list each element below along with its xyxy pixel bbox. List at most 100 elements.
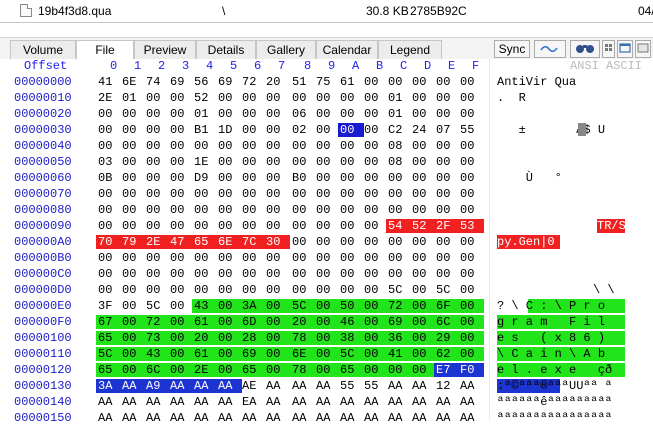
hex-row[interactable]: 00000110 5C 00 43 00 61 00 69 00 6E 00 5C 00 41 00 62 00… [0,346,653,362]
hex-byte[interactable]: 00 [314,283,340,297]
hex-row[interactable]: 00000100 65 00 73 00 20 00 28 00 78 00 38 00 36 00 29 00… [0,330,653,346]
hex-byte[interactable]: 01 [386,107,412,121]
hex-byte[interactable]: AA [264,395,290,409]
tab-preview[interactable]: Preview [134,40,196,59]
layout-icon[interactable] [635,40,651,58]
hex-byte[interactable]: 00 [290,203,316,217]
hex-row[interactable]: 000000C0 00 00 00 00 00 00 00 00 00 00 00 00 00 00 00 00 [0,266,653,282]
hex-row[interactable]: 00000010 2E 01 00 00 52 00 00 00 00 00 00 00 01 00 00 00… [0,90,653,106]
hex-byte[interactable]: AA [290,395,316,409]
hex-row[interactable]: 00000140 AA AA AA AA AA AA EA AA AA AA AA AA AA AA AA AA… [0,394,653,410]
hex-byte[interactable]: AA [96,411,122,425]
hex-byte[interactable]: AA [458,379,484,393]
hex-byte[interactable]: AA [216,395,242,409]
hex-byte[interactable]: 00 [240,171,266,185]
hex-byte[interactable]: AA [290,379,316,393]
hex-byte[interactable]: 00 [192,267,218,281]
hex-byte[interactable]: F0 [458,363,484,377]
hex-byte[interactable]: AA [120,411,146,425]
hex-row[interactable]: 000000A0 70 79 2E 47 65 6E 7C 30 00 00 00 00 00 00 00 00… [0,234,653,250]
hex-byte[interactable]: 00 [120,139,146,153]
text-column[interactable]: \ \ [593,283,615,297]
hex-byte[interactable]: AA [314,411,340,425]
hex-byte[interactable]: 06 [290,107,316,121]
hex-byte[interactable]: 00 [192,203,218,217]
hex-byte[interactable]: AA [216,379,242,393]
hex-byte[interactable]: 00 [144,283,170,297]
hex-byte[interactable]: 53 [458,219,484,233]
hex-byte[interactable]: 00 [264,267,290,281]
text-column[interactable]: g r a m F i l [497,315,605,329]
hex-byte[interactable]: 00 [264,315,290,329]
hex-byte[interactable]: 00 [216,155,242,169]
hex-row[interactable]: 00000050 03 00 00 00 1E 00 00 00 00 00 00 00 08 00 00 00 [0,154,653,170]
hex-byte[interactable]: 00 [338,235,364,249]
hex-byte[interactable]: 5C [338,347,364,361]
hex-byte[interactable]: 07 [434,123,460,137]
hex-byte[interactable]: 00 [314,187,340,201]
hex-byte[interactable]: 6E [290,347,316,361]
hex-byte[interactable]: 00 [192,139,218,153]
hex-byte[interactable]: 00 [410,283,436,297]
hex-byte[interactable]: 00 [386,171,412,185]
hex-byte[interactable]: 00 [458,139,484,153]
hex-byte[interactable]: 00 [96,219,122,233]
hex-row[interactable]: 00000030 00 00 00 00 B1 1D 00 00 02 00 00 00 C2 24 07 55… [0,122,653,138]
hex-row[interactable]: 00000150 AA AA AA AA AA AA AA AA AA AA AA AA AA AA AA AA… [0,410,653,426]
hex-byte[interactable]: 5C [386,283,412,297]
hex-byte[interactable]: 65 [96,331,122,345]
hex-byte[interactable]: AA [434,411,460,425]
hex-byte[interactable]: 72 [240,75,266,89]
hex-byte[interactable]: 00 [240,203,266,217]
hex-byte[interactable]: 00 [410,267,436,281]
hex-byte[interactable]: 55 [458,123,484,137]
hex-byte[interactable]: 65 [338,363,364,377]
hex-byte[interactable]: 00 [434,251,460,265]
hex-byte[interactable]: 00 [96,123,122,137]
hex-byte[interactable]: 00 [410,235,436,249]
hex-byte[interactable]: 00 [120,219,146,233]
hex-byte[interactable]: 6D [240,315,266,329]
hex-byte[interactable]: 00 [386,235,412,249]
hex-byte[interactable]: 00 [314,139,340,153]
hex-byte[interactable]: 00 [96,187,122,201]
hex-byte[interactable]: 3A [240,299,266,313]
hex-byte[interactable]: 00 [216,187,242,201]
hex-byte[interactable]: 30 [264,235,290,249]
hex-byte[interactable]: AA [120,395,146,409]
hex-byte[interactable]: 00 [386,251,412,265]
hex-byte[interactable]: 00 [216,283,242,297]
tab-volume[interactable]: Volume [10,40,76,59]
hex-byte[interactable]: 00 [290,219,316,233]
hex-byte[interactable]: 00 [264,203,290,217]
hex-byte[interactable]: 00 [144,187,170,201]
hex-byte[interactable]: 00 [168,155,194,169]
hex-byte[interactable]: 00 [264,219,290,233]
hex-byte[interactable]: 00 [144,251,170,265]
hex-byte[interactable]: 56 [192,75,218,89]
hex-byte[interactable]: AA [120,379,146,393]
hex-byte[interactable]: 00 [410,139,436,153]
hex-byte[interactable]: 03 [96,155,122,169]
text-column[interactable]: AntiVir Qua [497,75,576,89]
hex-byte[interactable]: 2E [192,363,218,377]
text-column[interactable]: py.Gen|0 [497,235,555,249]
hex-data-area[interactable]: 00000000 41 6E 74 69 56 69 72 20 51 75 61 00 00 00 00 00… [0,74,653,425]
hex-byte[interactable]: 00 [338,171,364,185]
hex-byte[interactable]: 00 [216,299,242,313]
hex-row[interactable]: 00000090 00 00 00 00 00 00 00 00 00 00 00 00 54 52 2F 53… [0,218,653,234]
hex-byte[interactable]: 00 [264,187,290,201]
hex-byte[interactable]: 00 [362,171,388,185]
hex-row[interactable]: 000000E0 3F 00 5C 00 43 00 3A 00 5C 00 50 00 72 00 6F 00… [0,298,653,314]
hex-byte[interactable]: 08 [386,155,412,169]
hex-row[interactable]: 00000020 00 00 00 00 01 00 00 00 06 00 00 00 01 00 00 00 [0,106,653,122]
hex-byte[interactable]: AA [410,395,436,409]
hex-byte[interactable]: AA [386,411,412,425]
hex-byte[interactable]: AA [458,395,484,409]
hex-byte[interactable]: 00 [216,91,242,105]
hex-byte[interactable]: 00 [338,123,364,137]
hex-byte[interactable]: 00 [264,251,290,265]
hex-byte[interactable]: 00 [458,347,484,361]
hex-byte[interactable]: 00 [410,171,436,185]
hex-byte[interactable]: 41 [96,75,122,89]
